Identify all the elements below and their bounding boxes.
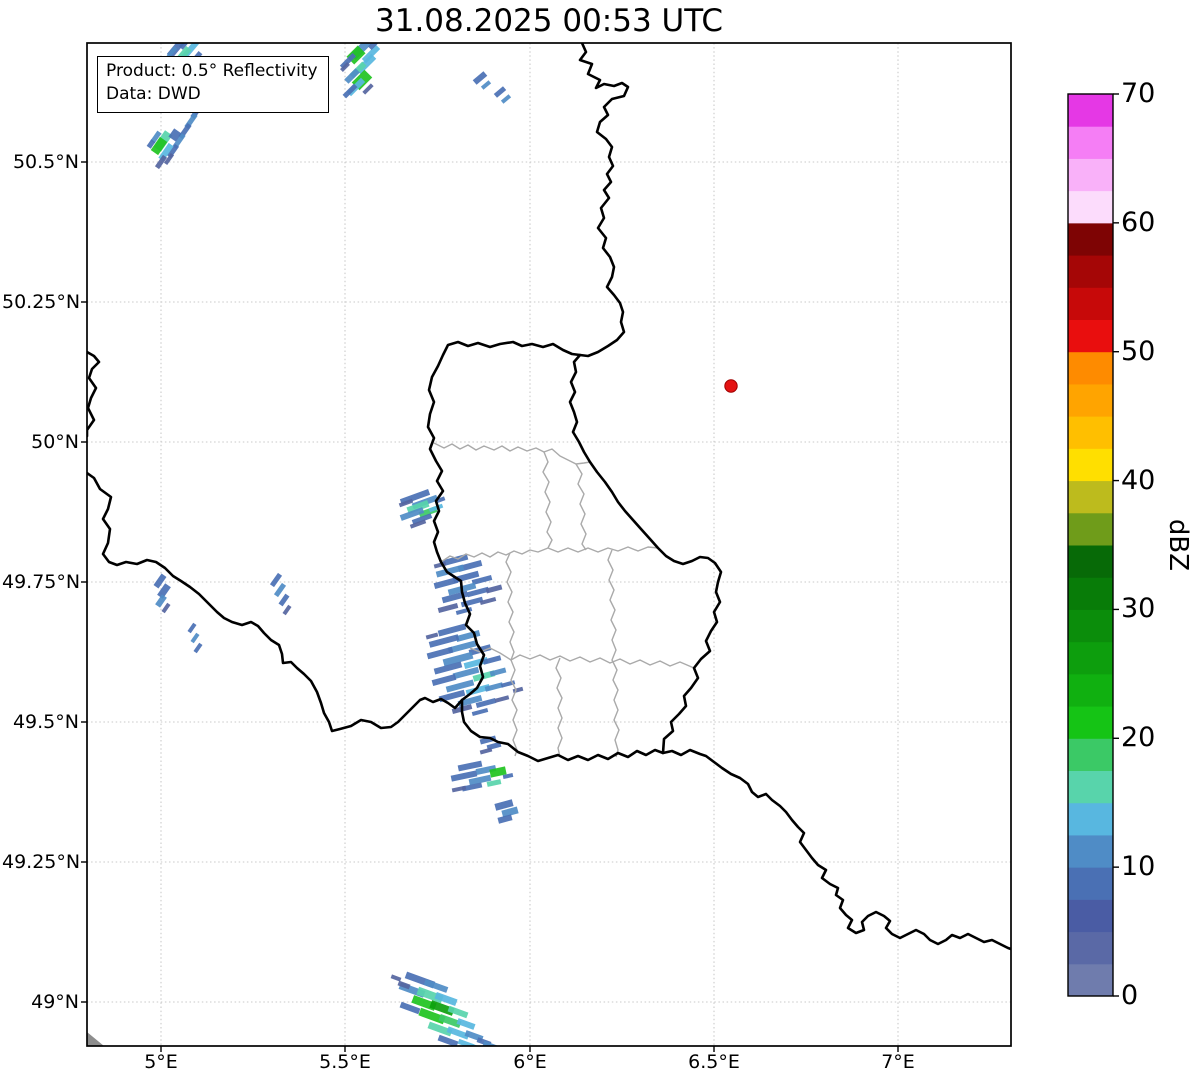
colorbar-segment (1068, 706, 1113, 739)
colorbar-segment (1068, 351, 1113, 385)
colorbar-segment (1068, 867, 1113, 900)
y-tick-label: 50.5°N (12, 151, 79, 173)
colorbar-segment (1068, 287, 1113, 320)
colorbar-segment (1068, 126, 1113, 159)
radar-site-marker (724, 379, 738, 393)
colorbar-segment (1068, 512, 1113, 546)
colorbar-segment (1068, 255, 1113, 288)
colorbar-segment (1068, 641, 1113, 675)
colorbar-segment (1068, 158, 1113, 192)
colorbar-tick-label: 0 (1121, 980, 1139, 1011)
colorbar-segment (1068, 738, 1113, 771)
colorbar-tick-label: 10 (1121, 851, 1156, 883)
colorbar-segment (1068, 416, 1113, 449)
colorbar-segment (1068, 383, 1113, 417)
colorbar-unit-text: dBZ (1163, 518, 1193, 572)
colorbar-segment (1068, 899, 1113, 933)
y-tick-label: 49.5°N (12, 711, 79, 733)
colorbar-segment (1068, 834, 1113, 868)
y-tick-label: 49°N (31, 991, 79, 1013)
y-tick-label: 50°N (31, 431, 79, 453)
colorbar-segment (1068, 931, 1113, 965)
colorbar-segment (1068, 577, 1113, 610)
colorbar-segment (1068, 770, 1113, 804)
radar-figure: 31.08.2025 00:53 UTC Product: 0.5° Refle… (0, 0, 1202, 1081)
colorbar-segment (1068, 609, 1113, 643)
colorbar-tick-label: 30 (1121, 593, 1156, 625)
colorbar-tick-label: 50 (1121, 335, 1156, 367)
data-source-label: Data: DWD (106, 84, 201, 105)
y-tick-label: 49.25°N (2, 851, 81, 873)
colorbar-tick-label: 70 (1121, 78, 1156, 109)
colorbar-segment (1068, 94, 1113, 127)
y-tick-label: 49.75°N (2, 571, 81, 593)
colorbar-segment (1068, 963, 1113, 997)
x-tick-label: 6°E (513, 1051, 547, 1073)
figure-title: 31.08.2025 00:53 UTC (375, 3, 723, 39)
colorbar-tick-label: 60 (1121, 206, 1156, 238)
colorbar-segment (1068, 480, 1113, 514)
colorbar-segment (1068, 448, 1113, 482)
y-tick-label: 50.25°N (2, 291, 81, 313)
x-tick-label: 5°E (144, 1051, 178, 1073)
x-tick-label: 6.5°E (688, 1051, 740, 1073)
radar-map-canvas (81, 42, 1119, 1052)
colorbar-tick-label: 20 (1121, 722, 1156, 754)
colorbar-tick-label: 40 (1121, 464, 1156, 496)
product-label: Product: 0.5° Reflectivity (106, 61, 318, 81)
colorbar (1067, 93, 1119, 997)
x-tick-label: 5.5°E (319, 1051, 371, 1073)
colorbar-segment (1068, 190, 1113, 224)
product-annotation-box: Product: 0.5° Reflectivity Data: DWD (97, 56, 329, 113)
x-tick-label: 7°E (881, 1051, 915, 1073)
colorbar-segment (1068, 222, 1113, 256)
colorbar-segment (1068, 802, 1113, 836)
colorbar-segment (1068, 673, 1113, 707)
colorbar-segment (1068, 319, 1113, 353)
colorbar-axis-label: dBZ (1138, 505, 1202, 585)
colorbar-segment (1068, 545, 1113, 578)
